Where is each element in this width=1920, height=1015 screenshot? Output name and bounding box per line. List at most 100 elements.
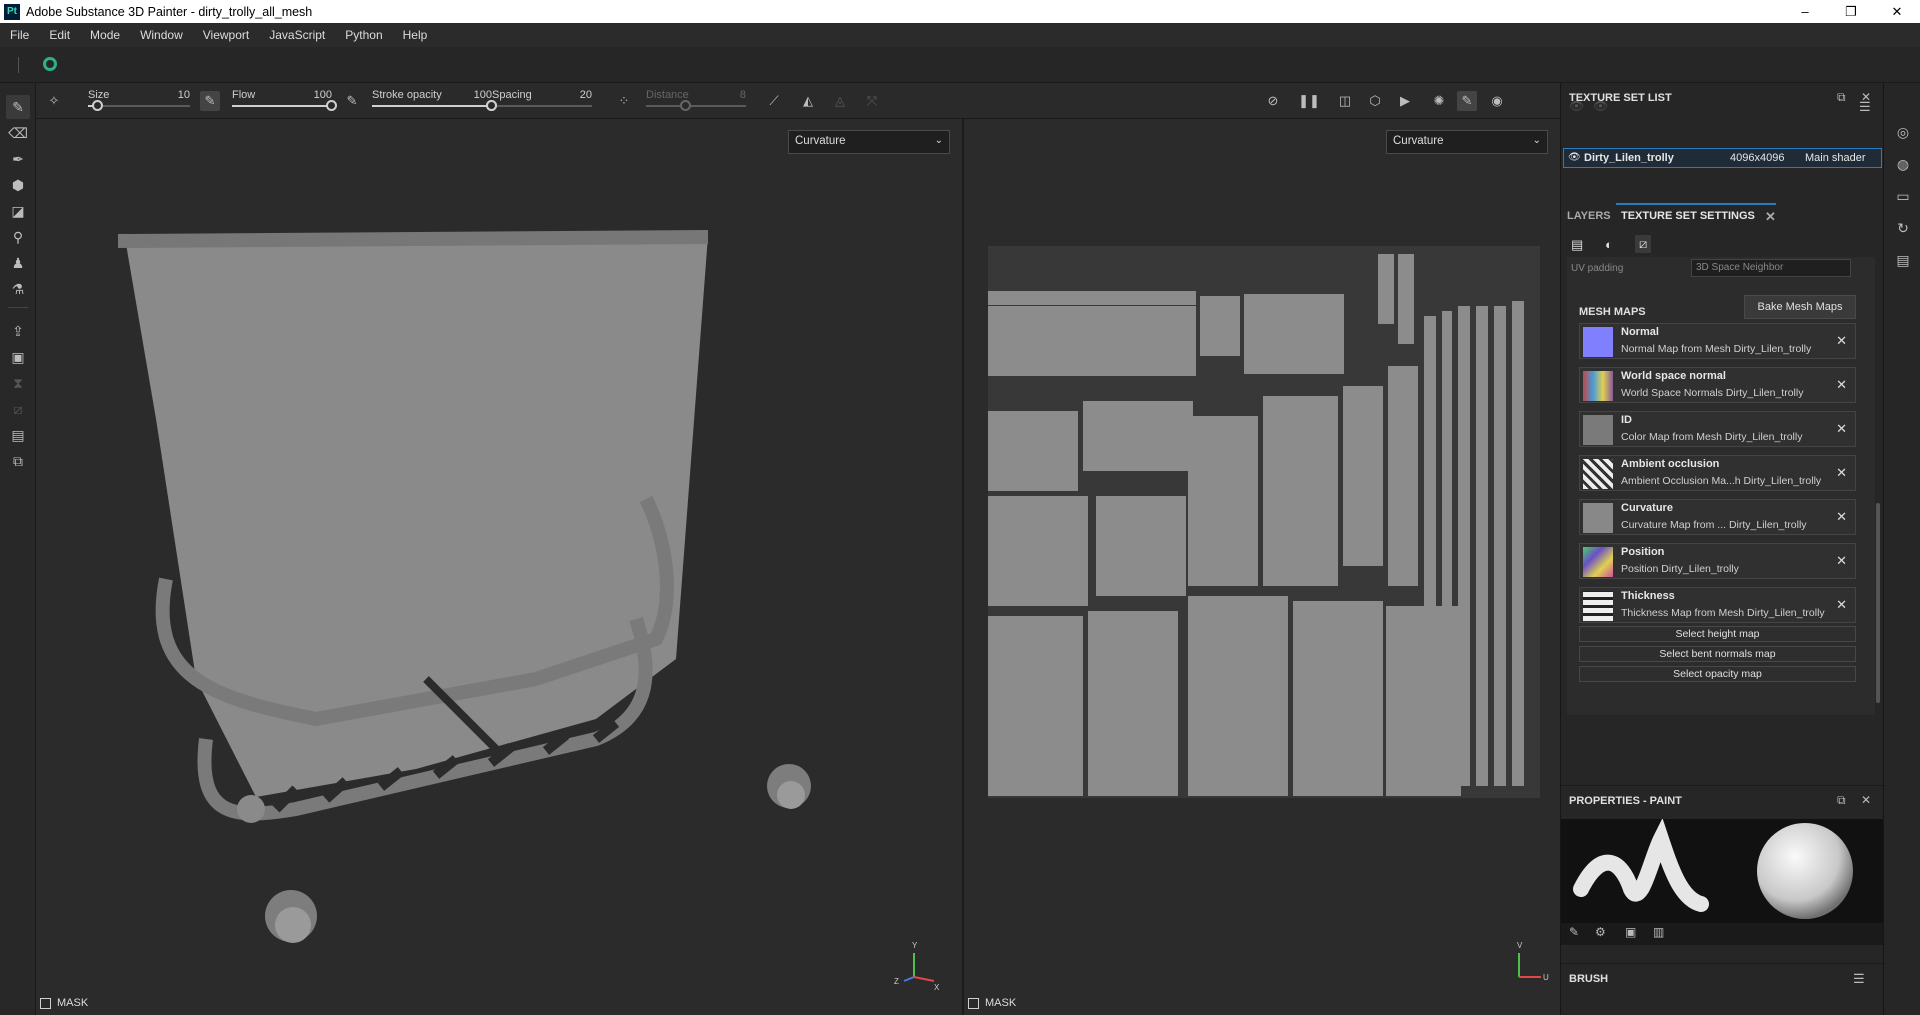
hide-all-icon[interactable]: 👁 <box>1569 99 1584 113</box>
symmetry-off-icon[interactable]: ◬ <box>830 91 850 111</box>
mesh-map-position[interactable]: Position Position Dirty_Lilen_trolly ✕ <box>1579 543 1856 579</box>
remove-map-icon[interactable]: ✕ <box>1836 553 1847 569</box>
lazy-mouse-icon[interactable]: ⁘ <box>614 91 634 111</box>
uv-padding-dropdown[interactable]: 3D Space Neighbor <box>1691 259 1851 277</box>
export-icon[interactable]: ⇪ <box>6 319 30 343</box>
spacing-knob[interactable] <box>486 100 497 111</box>
remove-map-icon[interactable]: ✕ <box>1836 377 1847 393</box>
projection-icon[interactable]: ✒ <box>6 147 30 171</box>
geometry-fill-icon[interactable]: ⬢ <box>6 173 30 197</box>
eraser-icon[interactable]: ⌫ <box>6 121 30 145</box>
smudge-icon[interactable]: ⚲ <box>6 225 30 249</box>
remove-map-icon[interactable]: ✕ <box>1836 333 1847 349</box>
mesh-map-curvature[interactable]: Curvature Curvature Map from ... Dirty_L… <box>1579 499 1856 535</box>
menu-viewport[interactable]: Viewport <box>193 28 259 42</box>
paint-brush-icon[interactable]: ✎ <box>6 95 30 119</box>
brush-settings-icon[interactable]: ⚙ <box>1595 925 1606 939</box>
screenshot-icon[interactable]: ◉ <box>1487 91 1507 111</box>
select-opacity-map-button[interactable]: Select opacity map <box>1579 666 1856 682</box>
camera-settings-icon[interactable]: ◎ <box>1894 123 1912 141</box>
symmetry-icon[interactable]: ◭ <box>798 91 818 111</box>
brush-menu-icon[interactable]: ☰ <box>1853 971 1865 987</box>
stroke-pressure-icon[interactable]: ✎ <box>342 91 362 111</box>
plugin-ring-icon[interactable] <box>43 57 57 71</box>
color-picker-icon[interactable]: ⚗ <box>6 277 30 301</box>
flow-slider[interactable]: Flow 100 <box>232 87 337 115</box>
shelf-grip[interactable] <box>18 57 19 73</box>
image-icon[interactable]: ▣ <box>6 345 30 369</box>
close-tab-icon[interactable]: ✕ <box>1765 209 1776 225</box>
select-height-map-button[interactable]: Select height map <box>1579 626 1856 642</box>
menu-lines-icon[interactable]: ☰ <box>1859 99 1871 115</box>
size-knob[interactable] <box>92 100 104 111</box>
camera-icon[interactable]: ▶ <box>1395 91 1415 111</box>
mesh-map-world-space-normal[interactable]: World space normal World Space Normals D… <box>1579 367 1856 403</box>
uv-icon[interactable]: ⧄ <box>6 397 30 421</box>
material-tab-icon[interactable]: ◐ <box>1605 237 1613 252</box>
menu-help[interactable]: Help <box>393 28 438 42</box>
clone-stamp-icon[interactable]: ♟ <box>6 251 30 275</box>
uv-canvas[interactable] <box>988 246 1540 798</box>
distance-knob[interactable] <box>680 100 691 111</box>
layers-stack-icon[interactable]: ⧉ <box>6 449 30 473</box>
menu-window[interactable]: Window <box>130 28 193 42</box>
select-bent-normals-button[interactable]: Select bent normals map <box>1579 646 1856 662</box>
menu-javascript[interactable]: JavaScript <box>259 28 335 42</box>
close-button[interactable]: ✕ <box>1874 0 1920 23</box>
bake-mesh-maps-button[interactable]: Bake Mesh Maps <box>1744 295 1856 319</box>
log-icon[interactable]: ▤ <box>1894 251 1912 269</box>
pause-icon[interactable]: ❚❚ <box>1298 91 1320 111</box>
stroke-opacity-slider[interactable]: Stroke opacity 100 <box>372 87 497 115</box>
remove-map-icon[interactable]: ✕ <box>1836 509 1847 525</box>
menu-file[interactable]: File <box>0 28 39 42</box>
menu-edit[interactable]: Edit <box>39 28 80 42</box>
menu-mode[interactable]: Mode <box>80 28 130 42</box>
mesh-map-id[interactable]: ID Color Map from Mesh Dirty_Lilen_troll… <box>1579 411 1856 447</box>
minimize-button[interactable]: – <box>1782 0 1828 23</box>
texture-set-shader[interactable]: Main shader <box>1805 152 1866 164</box>
remove-map-icon[interactable]: ✕ <box>1836 465 1847 481</box>
transform-icon[interactable]: ⤧ <box>862 91 882 111</box>
tab-layers[interactable]: LAYERS <box>1567 210 1611 222</box>
restore-button[interactable]: ❐ <box>1828 0 1874 23</box>
texture-set-row[interactable]: 👁 Dirty_Lilen_trolly 4096x4096 Main shad… <box>1563 148 1882 168</box>
size-slider[interactable]: Size 10 <box>88 87 190 115</box>
uv-tab-icon[interactable]: ⧄ <box>1635 235 1652 253</box>
spacing-slider[interactable]: Spacing 20 <box>486 87 592 115</box>
mesh-map-normal[interactable]: Normal Normal Map from Mesh Dirty_Lilen_… <box>1579 323 1856 359</box>
brush-image-icon[interactable]: ▣ <box>1625 925 1636 939</box>
close-panel-icon[interactable]: ✕ <box>1861 793 1871 807</box>
pen-pressure-icon[interactable]: ✎ <box>200 91 220 111</box>
brush-pressure-icon[interactable]: ✎ <box>1569 925 1579 939</box>
environment-icon[interactable]: ✺ <box>1429 91 1449 111</box>
paint-mode-icon[interactable]: ✎ <box>1457 91 1477 111</box>
undock-icon[interactable]: ⧉ <box>1837 90 1846 105</box>
channel-dropdown-2d[interactable]: Curvature ⌄ <box>1386 130 1548 154</box>
mask-checkbox-2d[interactable] <box>968 997 979 1009</box>
cube-view-icon[interactable]: ⬡ <box>1365 91 1385 111</box>
history-icon[interactable]: ↻ <box>1894 219 1912 237</box>
mesh-map-ambient-occlusion[interactable]: Ambient occlusion Ambient Occlusion Ma..… <box>1579 455 1856 491</box>
split-view-icon[interactable]: ◫ <box>1335 91 1355 111</box>
trolley-model[interactable] <box>36 119 962 979</box>
document-icon[interactable]: ▤ <box>6 423 30 447</box>
hourglass-icon[interactable]: ⧗ <box>6 371 30 395</box>
mask-checkbox-3d[interactable] <box>40 997 51 1009</box>
visibility-eye-icon[interactable]: 👁 <box>1568 152 1581 163</box>
line-mode-icon[interactable]: ⟋ <box>764 91 784 111</box>
display-settings-icon[interactable]: ▭ <box>1894 187 1912 205</box>
brush-preset-icon[interactable]: ✧ <box>44 91 64 111</box>
show-all-icon[interactable]: 👁 <box>1593 99 1608 113</box>
hide-icon[interactable]: ⊘ <box>1263 91 1283 111</box>
brush-section-header[interactable]: BRUSH ☰ <box>1561 963 1884 993</box>
viewport-2d[interactable]: Curvature ⌄ V U MASK <box>964 119 1560 1015</box>
remove-map-icon[interactable]: ✕ <box>1836 597 1847 613</box>
mesh-map-thickness[interactable]: Thickness Thickness Map from Mesh Dirty_… <box>1579 587 1856 623</box>
mask-toggle-3d[interactable]: MASK <box>40 997 88 1009</box>
menu-python[interactable]: Python <box>335 28 392 42</box>
undock-icon[interactable]: ⧉ <box>1837 793 1846 808</box>
settings-scrollbar[interactable] <box>1876 503 1880 703</box>
distance-slider[interactable]: Distance 8 <box>646 87 746 115</box>
brush-gradient-icon[interactable]: ▥ <box>1653 925 1664 939</box>
polygon-fill-icon[interactable]: ◪ <box>6 199 30 223</box>
